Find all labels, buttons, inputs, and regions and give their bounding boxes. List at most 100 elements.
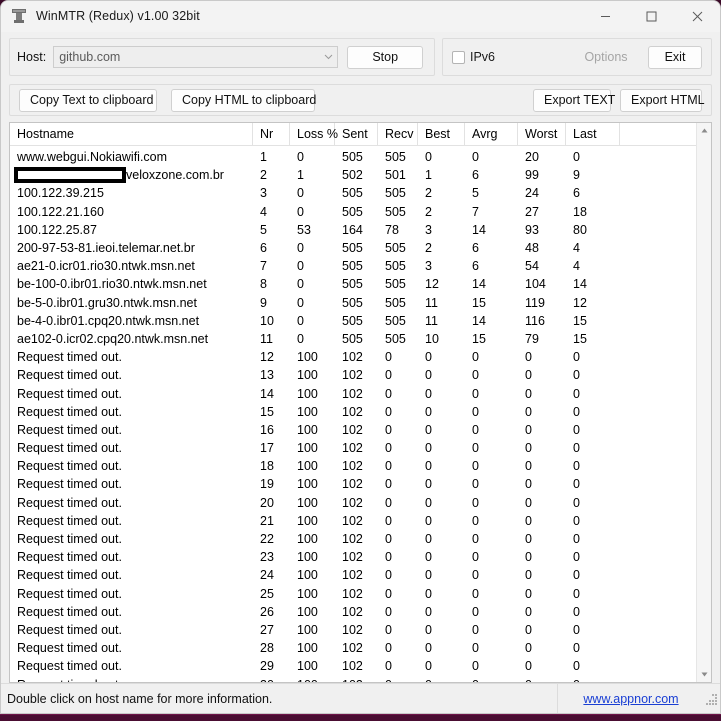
table-row[interactable]: 100.122.25.87 5 53 164 78 3 14 93 80 <box>10 221 696 239</box>
column-header-nr[interactable]: Nr <box>253 123 290 145</box>
host-group: Host: Stop <box>9 38 435 76</box>
table-row[interactable]: Request timed out. 25 100 102 0 0 0 0 0 <box>10 585 696 603</box>
cell-worst: 0 <box>525 604 532 619</box>
cell-best: 0 <box>425 604 432 619</box>
table-row[interactable]: Request timed out. 14 100 102 0 0 0 0 0 <box>10 384 696 402</box>
cell-hostname: ae102-0.icr02.cpq20.ntwk.msn.net <box>17 331 209 346</box>
exit-button[interactable]: Exit <box>648 45 702 69</box>
column-header-hostname[interactable]: Hostname <box>10 123 253 145</box>
table-row[interactable]: Request timed out.3010010200000 <box>10 675 696 682</box>
options-button[interactable]: Options <box>573 45 639 69</box>
cell-sent: 102 <box>342 386 363 401</box>
table-row[interactable]: 100.122.39.215 3 0 505 505 2 5 24 6 <box>10 184 696 202</box>
cell-sent: 102 <box>342 441 363 456</box>
cell-loss: 100 <box>297 459 318 474</box>
table-row[interactable]: 200-97-53-81.ieoi.telemar.net.br 6 0 505 505… <box>10 239 696 257</box>
cell-avrg: 0 <box>472 495 479 510</box>
cell-worst: 0 <box>525 659 532 674</box>
table-row[interactable]: Request timed out. 26 100 102 0 0 0 0 0 <box>10 603 696 621</box>
cell-nr: 24 <box>260 568 274 583</box>
export-text-button[interactable]: Export TEXT <box>533 88 615 112</box>
table-row[interactable]: Request timed out. 27 100 102 0 0 0 0 0 <box>10 621 696 639</box>
column-header-loss[interactable]: Loss % <box>290 123 338 145</box>
cell-best: 3 <box>425 222 432 237</box>
table-row[interactable]: be-5-0.ibr01.gru30.ntwk.msn.net 9 0 505 505 1… <box>10 294 696 312</box>
host-label: Host: <box>17 50 47 64</box>
cell-best: 12 <box>425 277 439 292</box>
cell-nr: 18 <box>260 459 274 474</box>
cell-loss: 100 <box>290 675 335 682</box>
scrollbar-track[interactable] <box>697 138 711 667</box>
cell-loss: 100 <box>297 641 318 656</box>
resize-grip[interactable] <box>704 692 718 706</box>
cell-avrg: 0 <box>472 150 479 165</box>
column-header-last[interactable]: Last <box>566 123 620 145</box>
cell-avrg: 5 <box>472 186 479 201</box>
cell-last: 0 <box>573 568 580 583</box>
table-row[interactable]: Request timed out. 15 100 102 0 0 0 0 0 <box>10 403 696 421</box>
cell-hostname: www.webgui.Nokiawifi.com <box>17 150 168 165</box>
column-header-sent[interactable]: Sent <box>335 123 378 145</box>
cell-nr: 13 <box>260 368 274 383</box>
ipv6-checkbox-box[interactable] <box>452 50 465 64</box>
cell-best: 0 <box>425 350 432 365</box>
ipv6-checkbox[interactable]: IPv6 <box>452 50 495 64</box>
cell-loss: 100 <box>297 604 318 619</box>
cell-last: 0 <box>573 422 580 437</box>
host-input[interactable] <box>54 47 321 67</box>
column-header-avrg[interactable]: Avrg <box>465 123 518 145</box>
copy-text-to-clipboard-button[interactable]: Copy Text to clipboard <box>19 88 157 112</box>
table-row[interactable]: Request timed out. 22 100 102 0 0 0 0 0 <box>10 530 696 548</box>
chevron-down-icon[interactable] <box>320 47 338 67</box>
minimize-icon[interactable] <box>582 1 628 32</box>
column-header-best[interactable]: Best <box>418 123 465 145</box>
table-row[interactable]: ae102-0.icr02.cpq20.ntwk.msn.net 11 0 505 50… <box>10 330 696 348</box>
cell-worst: 0 <box>525 422 532 437</box>
appnor-link[interactable]: www.appnor.com <box>583 692 678 706</box>
host-combobox[interactable] <box>53 46 339 68</box>
cell-last: 0 <box>573 350 580 365</box>
vertical-scrollbar[interactable] <box>696 123 711 682</box>
table-row[interactable]: Request timed out. 18 100 102 0 0 0 0 0 <box>10 457 696 475</box>
table-row[interactable]: Request timed out. 12 100 102 0 0 0 0 0 <box>10 348 696 366</box>
cell-sent: 505 <box>342 277 363 292</box>
table-row[interactable]: Request timed out. 13 100 102 0 0 0 0 0 <box>10 366 696 384</box>
cell-worst: 104 <box>525 277 546 292</box>
stop-button[interactable]: Stop <box>347 45 424 69</box>
cell-hostname: Request timed out. <box>17 604 122 619</box>
scroll-down-icon[interactable] <box>697 667 711 682</box>
close-icon[interactable] <box>674 1 720 32</box>
column-header-worst[interactable]: Worst <box>518 123 566 145</box>
cell-last: 15 <box>573 331 587 346</box>
scroll-up-icon[interactable] <box>697 123 711 138</box>
table-row[interactable]: Request timed out. 23 100 102 0 0 0 0 0 <box>10 548 696 566</box>
cell-avrg: 0 <box>472 422 479 437</box>
table-row[interactable]: Request timed out. 28 100 102 0 0 0 0 0 <box>10 639 696 657</box>
table-row[interactable]: be-4-0.ibr01.cpq20.ntwk.msn.net 10 0 505 505… <box>10 312 696 330</box>
table-row[interactable]: Request timed out. 16 100 102 0 0 0 0 0 <box>10 421 696 439</box>
cell-loss: 0 <box>297 241 304 256</box>
table-row[interactable]: Request timed out. 19 100 102 0 0 0 0 0 <box>10 475 696 493</box>
export-html-button[interactable]: Export HTML <box>620 88 705 112</box>
maximize-icon[interactable] <box>628 1 674 32</box>
table-row[interactable]: ae21-0.icr01.rio30.ntwk.msn.net 7 0 505 505 3… <box>10 257 696 275</box>
column-header-recv[interactable]: Recv <box>378 123 418 145</box>
cell-nr: 28 <box>260 641 274 656</box>
cell-avrg: 0 <box>472 622 479 637</box>
table-row[interactable]: Request timed out. 29 100 102 0 0 0 0 0 <box>10 657 696 675</box>
cell-avrg: 0 <box>472 586 479 601</box>
table-row[interactable]: www.webgui.Nokiawifi.com 1 0 505 505 0 0 20 0 <box>10 148 696 166</box>
table-row[interactable]: Request timed out. 21 100 102 0 0 0 0 0 <box>10 512 696 530</box>
table-row[interactable]: Request timed out. 24 100 102 0 0 0 0 0 <box>10 566 696 584</box>
cell-avrg: 0 <box>472 532 479 547</box>
cell-worst: 54 <box>525 259 539 274</box>
table-row[interactable]: Request timed out. 20 100 102 0 0 0 0 0 <box>10 494 696 512</box>
copy-html-to-clipboard-button[interactable]: Copy HTML to clipboard <box>171 88 316 112</box>
table-row[interactable]: be-100-0.ibr01.rio30.ntwk.msn.net 8 0 505 50… <box>10 275 696 293</box>
table-row[interactable]: Request timed out. 17 100 102 0 0 0 0 0 <box>10 439 696 457</box>
table-row[interactable]: veloxzone.com.br 2 1 502 501 1 6 99 9 <box>10 166 696 184</box>
table-row[interactable]: 100.122.21.160 4 0 505 505 2 7 27 18 <box>10 203 696 221</box>
cell-avrg: 0 <box>472 459 479 474</box>
cell-best: 0 <box>425 586 432 601</box>
cell-last: 0 <box>573 150 580 165</box>
